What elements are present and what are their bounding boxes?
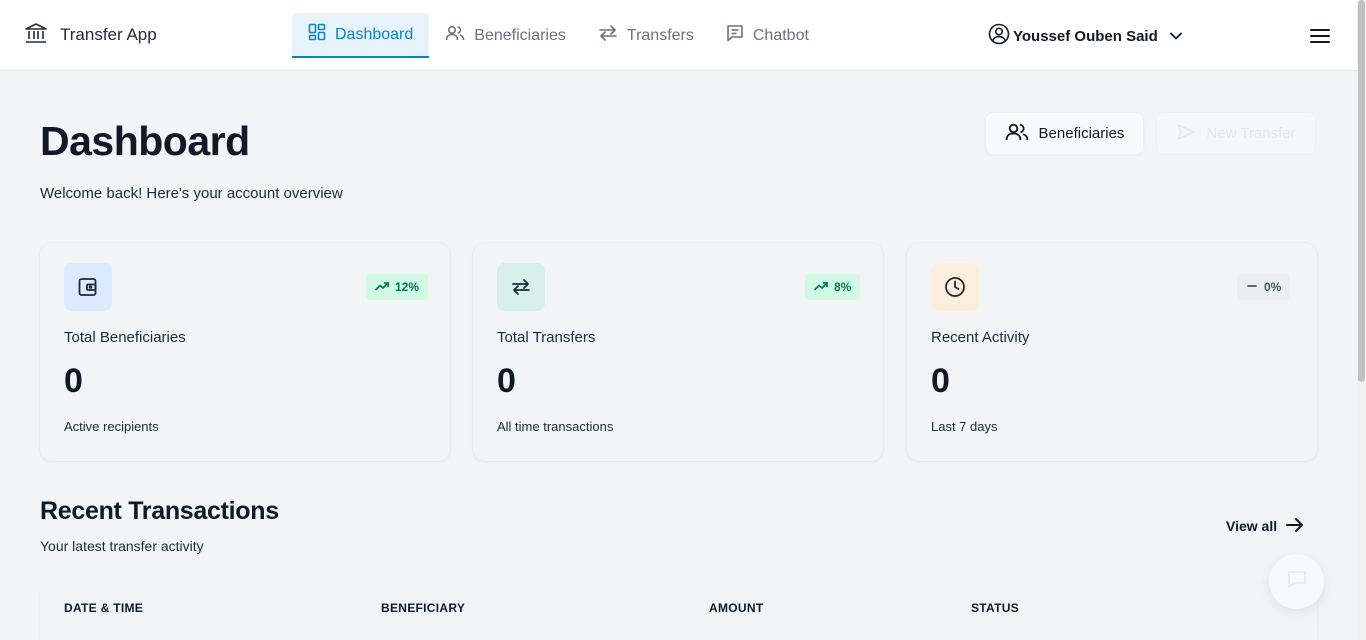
main-nav: Dashboard Beneficiaries Transfers Chatbo… (292, 13, 825, 58)
page-subtitle: Welcome back! Here's your account overvi… (40, 185, 343, 202)
recent-transactions-subtitle: Your latest transfer activity (40, 538, 204, 554)
scrollbar-thumb[interactable] (1358, 0, 1365, 382)
nav-tab-dashboard[interactable]: Dashboard (292, 13, 430, 58)
page-title: Dashboard (40, 118, 250, 164)
trending-up-icon (814, 280, 828, 294)
trend-badge: 12% (366, 274, 429, 300)
nav-tab-label: Chatbot (752, 26, 809, 44)
hamburger-menu-icon[interactable] (1309, 25, 1331, 47)
nav-tab-label: Beneficiaries (474, 26, 566, 44)
chevron-down-icon (1169, 28, 1183, 45)
stat-title: Total Beneficiaries (64, 329, 186, 346)
users-icon (1005, 122, 1029, 146)
chat-bubble-icon (1286, 569, 1308, 594)
nav-tab-label: Dashboard (335, 25, 414, 43)
nav-tab-label: Transfers (626, 26, 694, 44)
brand[interactable]: Transfer App (24, 22, 157, 48)
stat-value: 0 (497, 362, 516, 400)
wallet-icon (64, 263, 112, 311)
page-scrollbar[interactable] (1357, 0, 1366, 640)
beneficiaries-button[interactable]: Beneficiaries (985, 112, 1144, 155)
view-all-link[interactable]: View all (1226, 515, 1305, 537)
stat-title: Recent Activity (931, 329, 1030, 346)
stat-value: 0 (64, 362, 83, 400)
nav-tab-transfers[interactable]: Transfers (582, 13, 710, 58)
nav-tab-beneficiaries[interactable]: Beneficiaries (429, 13, 582, 58)
stat-card-transfers: 8% Total Transfers 0 All time transactio… (473, 243, 883, 461)
column-header-date[interactable]: DATE & TIME (64, 601, 143, 615)
trend-value: 0% (1264, 280, 1282, 294)
recent-transactions-title: Recent Transactions (40, 497, 279, 525)
stat-title: Total Transfers (497, 329, 596, 346)
column-header-amount[interactable]: AMOUNT (709, 601, 763, 615)
transactions-table: DATE & TIME BENEFICIARY AMOUNT STATUS (40, 584, 1317, 640)
column-header-status[interactable]: STATUS (971, 601, 1019, 615)
user-menu[interactable]: Youssef Ouben Said (988, 23, 1183, 49)
top-navbar: Transfer App Dashboard Beneficiaries Tra… (0, 0, 1357, 71)
dashboard-icon (308, 23, 326, 46)
app-title: Transfer App (60, 25, 157, 44)
nav-tab-chatbot[interactable]: Chatbot (710, 13, 825, 58)
minus-icon (1246, 280, 1258, 294)
new-transfer-button[interactable]: New Transfer (1156, 112, 1316, 155)
bank-icon (24, 22, 48, 49)
trend-badge: 8% (805, 274, 861, 300)
stat-footer: Active recipients (64, 419, 159, 434)
trend-value: 8% (834, 280, 852, 294)
transfer-arrows-icon (497, 263, 545, 311)
stat-footer: All time transactions (497, 419, 614, 434)
beneficiaries-button-label: Beneficiaries (1038, 125, 1125, 142)
chatbot-fab[interactable] (1269, 554, 1324, 609)
send-icon (1176, 123, 1196, 145)
column-header-beneficiary[interactable]: BENEFICIARY (381, 601, 465, 615)
stat-card-beneficiaries: 12% Total Beneficiaries 0 Active recipie… (40, 243, 450, 461)
trending-up-icon (375, 280, 389, 294)
arrow-right-icon (1285, 516, 1305, 537)
clock-icon (931, 263, 979, 311)
user-name: Youssef Ouben Said (1013, 27, 1158, 45)
chat-icon (726, 24, 744, 47)
users-icon (445, 24, 465, 47)
stat-value: 0 (931, 362, 950, 400)
stat-card-recent-activity: 0% Recent Activity 0 Last 7 days (907, 243, 1317, 461)
new-transfer-button-label: New Transfer (1206, 125, 1296, 142)
trend-badge: 0% (1237, 274, 1291, 300)
transfer-arrows-icon (598, 24, 618, 47)
view-all-label: View all (1226, 518, 1278, 534)
user-avatar-icon (988, 23, 1010, 49)
stat-footer: Last 7 days (931, 419, 998, 434)
trend-value: 12% (395, 280, 420, 294)
